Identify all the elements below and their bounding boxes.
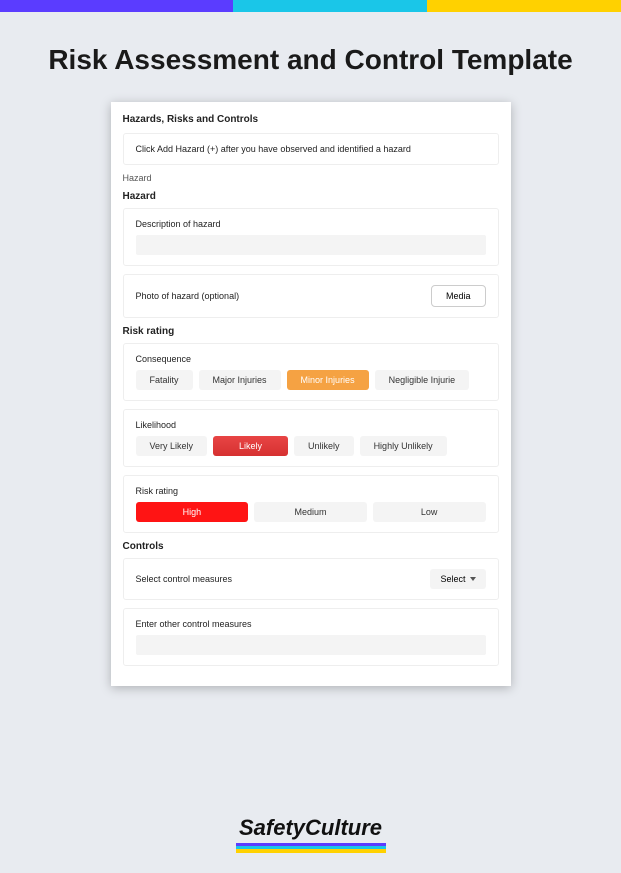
page-title: Risk Assessment and Control Template [20, 42, 601, 77]
photo-card: Photo of hazard (optional) Media [123, 274, 499, 318]
other-control-input[interactable] [136, 635, 486, 655]
rating-label: Risk rating [136, 486, 486, 496]
hazard-heading: Hazard [123, 191, 499, 202]
likelihood-highly-unlikely[interactable]: Highly Unlikely [360, 436, 447, 456]
select-button[interactable]: Select [430, 569, 485, 589]
photo-label: Photo of hazard (optional) [136, 291, 240, 301]
brand-logo: SafetyCulture [0, 815, 621, 853]
likelihood-very-likely[interactable]: Very Likely [136, 436, 208, 456]
chevron-down-icon [470, 577, 476, 581]
brand-underline-yellow [236, 849, 386, 853]
other-control-label: Enter other control measures [136, 619, 486, 629]
consequence-fatality[interactable]: Fatality [136, 370, 193, 390]
top-accent-bar [0, 0, 621, 12]
rating-medium[interactable]: Medium [254, 502, 367, 522]
bar-yellow [427, 0, 621, 12]
consequence-options: Fatality Major Injuries Minor Injuries N… [136, 370, 486, 390]
consequence-minor[interactable]: Minor Injuries [287, 370, 369, 390]
media-button[interactable]: Media [431, 285, 486, 307]
intro-text: Click Add Hazard (+) after you have obse… [136, 144, 411, 154]
bar-purple [0, 0, 233, 12]
description-card: Description of hazard [123, 208, 499, 266]
section-heading: Hazards, Risks and Controls [123, 114, 499, 125]
rating-options: High Medium Low [136, 502, 486, 522]
select-control-card: Select control measures Select [123, 558, 499, 600]
likelihood-card: Likelihood Very Likely Likely Unlikely H… [123, 409, 499, 467]
likelihood-likely[interactable]: Likely [213, 436, 288, 456]
description-label: Description of hazard [136, 219, 486, 229]
consequence-major[interactable]: Major Injuries [199, 370, 281, 390]
intro-card: Click Add Hazard (+) after you have obse… [123, 133, 499, 165]
form-panel: Hazards, Risks and Controls Click Add Ha… [111, 102, 511, 686]
other-control-card: Enter other control measures [123, 608, 499, 666]
likelihood-unlikely[interactable]: Unlikely [294, 436, 354, 456]
consequence-negligible[interactable]: Negligible Injurie [375, 370, 470, 390]
controls-heading: Controls [123, 541, 499, 552]
rating-low[interactable]: Low [373, 502, 486, 522]
rating-high[interactable]: High [136, 502, 249, 522]
risk-rating-heading: Risk rating [123, 326, 499, 337]
select-control-label: Select control measures [136, 574, 233, 584]
consequence-card: Consequence Fatality Major Injuries Mino… [123, 343, 499, 401]
hazard-sublabel: Hazard [123, 173, 499, 183]
bar-cyan [233, 0, 427, 12]
likelihood-label: Likelihood [136, 420, 486, 430]
select-button-label: Select [440, 574, 465, 584]
description-input[interactable] [136, 235, 486, 255]
consequence-label: Consequence [136, 354, 486, 364]
likelihood-options: Very Likely Likely Unlikely Highly Unlik… [136, 436, 486, 456]
brand-text: SafetyCulture [239, 815, 382, 840]
rating-card: Risk rating High Medium Low [123, 475, 499, 533]
